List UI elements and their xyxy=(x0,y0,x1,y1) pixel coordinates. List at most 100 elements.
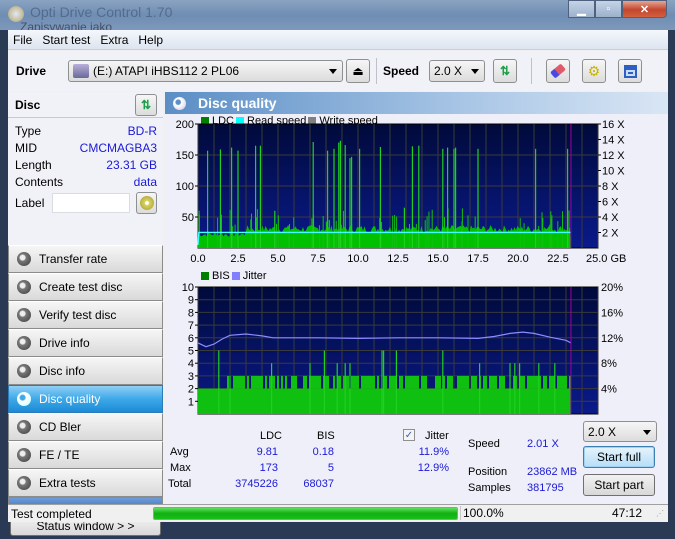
y-right-tick-label: 2 X xyxy=(602,228,619,240)
settings-button[interactable]: ⚙ xyxy=(582,59,606,83)
disc-icon xyxy=(139,196,154,210)
status-bar: Test completed 100.0% 47:12 ⋰ xyxy=(8,504,668,522)
max-ldc: 173 xyxy=(259,462,278,474)
minimize-button[interactable]: ▁ xyxy=(568,0,595,18)
window-title: Opti Drive Control 1.70 xyxy=(30,4,173,20)
max-label: Max xyxy=(170,462,191,474)
x-tick-label: 15.0 xyxy=(427,419,448,420)
field-label: Length xyxy=(15,157,52,172)
close-button[interactable]: ✕ xyxy=(622,0,667,18)
avg-label: Avg xyxy=(170,446,189,458)
disc-length-row: Length 23.31 GB xyxy=(15,156,157,173)
y-tick-label: 200 xyxy=(176,119,194,131)
start-part-button[interactable]: Start part xyxy=(583,474,655,496)
menu-bar: File Start test Extra Help xyxy=(8,30,668,50)
y-tick-label: 1 xyxy=(188,396,194,408)
bis-jitter-chart: 10987654321 20% 16% 12% 8% 4% 0.0 2.5 5.0 7.5 10.0… xyxy=(182,282,627,420)
x-tick-label: 0.0 xyxy=(190,419,205,420)
elapsed-time: 47:12 xyxy=(612,506,643,520)
menu-help[interactable]: Help xyxy=(133,33,168,47)
disc-type-value: BD-R xyxy=(127,123,157,138)
nav-label: Disc info xyxy=(39,364,86,378)
disc-test-icon xyxy=(17,476,31,490)
nav-fe-te[interactable]: FE / TE xyxy=(8,441,163,469)
y-tick-label: 3 xyxy=(188,371,194,383)
progress-fill xyxy=(154,508,457,519)
speed-select[interactable]: 2.0 X xyxy=(429,60,485,82)
total-bis: 68037 xyxy=(303,478,334,490)
samples-value: 381795 xyxy=(527,482,564,494)
nav-transfer-rate[interactable]: Transfer rate xyxy=(8,245,163,273)
nav-disc-info[interactable]: Disc info xyxy=(8,357,163,385)
start-full-button[interactable]: Start full xyxy=(583,446,655,468)
speed-stat-value: 2.01 X xyxy=(527,438,559,450)
field-label: Label xyxy=(15,196,45,210)
disc-length-value: 23.31 GB xyxy=(106,157,157,172)
ldc-column-header: LDC xyxy=(260,430,283,442)
nav-label: CD Bler xyxy=(39,420,82,434)
avg-jitter: 11.9% xyxy=(418,446,449,458)
refresh-button[interactable]: ⇅ xyxy=(493,59,517,83)
maximize-button[interactable]: ▫ xyxy=(595,0,622,18)
samples-label: Samples xyxy=(468,482,511,494)
test-nav: Transfer rate Create test disc Verify test… xyxy=(8,245,163,539)
disc-label-input[interactable] xyxy=(52,193,131,213)
nav-extra-tests[interactable]: Extra tests xyxy=(8,469,163,497)
drive-select[interactable]: (E:) ATAPI iHBS112 2 PL06 xyxy=(68,60,343,82)
nav-label: Transfer rate xyxy=(39,252,108,266)
disc-label-button[interactable] xyxy=(136,192,157,214)
resize-grip-icon[interactable]: ⋰ xyxy=(656,509,664,518)
left-panel: Disc ⇅ Type BD-R MID CMCMAGBA3 Length 23.31… xyxy=(8,92,163,536)
chevron-down-icon xyxy=(329,69,337,74)
y-right-tick-label: 4% xyxy=(601,384,617,396)
title-bar: Opti Drive Control 1.70 Zapisywanie jako… xyxy=(0,0,675,34)
jitter-checkbox[interactable]: ✓ xyxy=(403,429,415,441)
y-right-tick-label: 8 X xyxy=(602,181,619,193)
y-tick-label: 5 xyxy=(188,346,194,358)
speed-label: Speed xyxy=(383,64,420,78)
y-right-tick-label: 16% xyxy=(601,307,623,319)
speed-stat-label: Speed xyxy=(468,438,500,450)
y-tick-label: 9 xyxy=(188,295,194,307)
nav-create-test-disc[interactable]: Create test disc xyxy=(8,273,163,301)
nav-cd-bler[interactable]: CD Bler xyxy=(8,413,163,441)
eject-button[interactable]: ⏏ xyxy=(346,59,370,83)
panel-header: Disc quality xyxy=(165,92,668,114)
nav-drive-info[interactable]: Drive info xyxy=(8,329,163,357)
total-ldc: 3745226 xyxy=(235,478,278,490)
y-tick-label: 50 xyxy=(182,212,194,224)
disc-refresh-button[interactable]: ⇅ xyxy=(135,94,157,116)
test-speed-select[interactable]: 2.0 X xyxy=(583,421,657,442)
erase-button[interactable] xyxy=(546,59,570,83)
x-tick-label: 5.0 xyxy=(270,253,285,265)
toolbar: Drive (E:) ATAPI iHBS112 2 PL06 ⏏ Speed … xyxy=(8,51,668,91)
disc-test-icon xyxy=(17,336,31,350)
nav-verify-test-disc[interactable]: Verify test disc xyxy=(8,301,163,329)
save-button[interactable] xyxy=(618,59,642,83)
menu-start-test[interactable]: Start test xyxy=(37,33,95,47)
y-right-tick-label: 12% xyxy=(601,333,623,345)
y-tick-label: 100 xyxy=(176,181,194,193)
x-tick-label: 2.5 xyxy=(230,419,245,420)
save-icon xyxy=(623,64,637,78)
refresh-icon: ⇅ xyxy=(499,64,511,78)
x-tick-label: 22.5 xyxy=(547,419,568,420)
nav-disc-quality[interactable]: Disc quality xyxy=(8,385,163,413)
menu-file[interactable]: File xyxy=(8,33,37,47)
disc-test-icon xyxy=(17,280,31,294)
disc-quality-panel: Disc quality LDC Read speed Write speed … xyxy=(165,92,668,504)
nav-label: Drive info xyxy=(39,336,90,350)
x-tick-label: 20.0 xyxy=(507,253,528,265)
disc-mid-value: CMCMAGBA3 xyxy=(79,140,157,155)
disc-title: Disc xyxy=(15,97,41,112)
disc-header: Disc ⇅ xyxy=(8,92,163,118)
disc-test-icon xyxy=(17,392,31,406)
disc-label-row: Label xyxy=(15,190,157,216)
disc-test-icon xyxy=(17,420,31,434)
drive-icon xyxy=(73,64,89,78)
position-value: 23862 MB xyxy=(527,466,578,478)
x-tick-label: 7.5 xyxy=(310,253,325,265)
y-tick-label: 7 xyxy=(188,320,194,332)
menu-extra[interactable]: Extra xyxy=(95,33,133,47)
disc-contents-value: data xyxy=(133,174,157,189)
